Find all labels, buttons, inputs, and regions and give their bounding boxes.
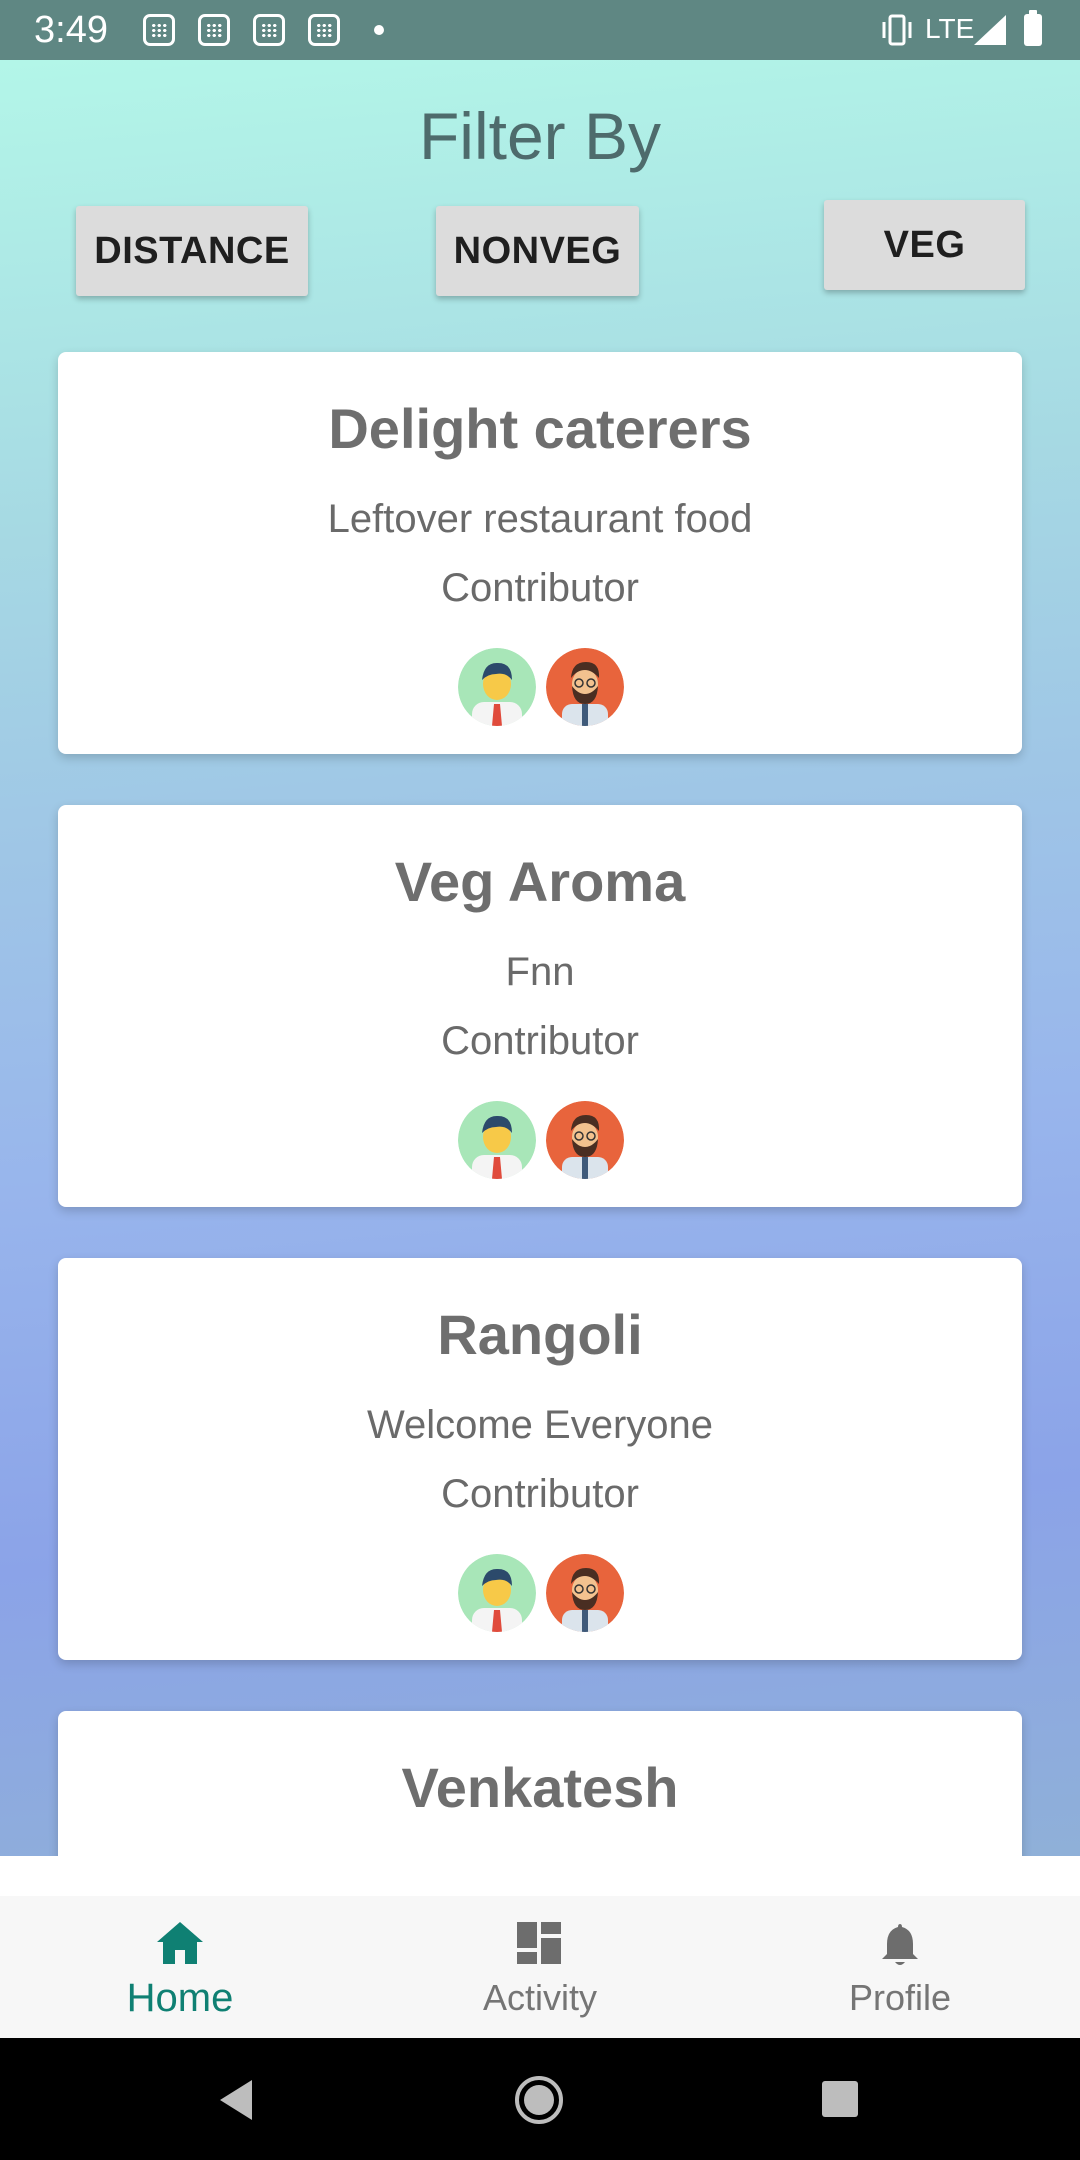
nav-profile-label: Profile [848,1977,952,2018]
network-type: LTE [925,13,975,44]
nav-home-label: Home [126,1976,234,2020]
veg-filter-button[interactable]: VEG [824,200,1025,290]
nav-activity[interactable]: Activity [360,1896,720,2038]
bell-icon [882,1924,918,1965]
avatar-group [458,648,624,726]
signal-icon [974,15,1006,45]
recents-icon[interactable] [820,2079,860,2119]
distance-filter-button[interactable]: DISTANCE [76,206,308,296]
card-description: Leftover restaurant food [327,497,753,541]
more-notifications-dot-icon [374,25,384,35]
card-role: Contributor [441,566,639,610]
card-title: Rangoli [437,1303,643,1366]
main-content[interactable]: Filter By DISTANCE NONVEG VEG Delight ca… [0,60,1080,1856]
notification-icon [253,14,285,46]
notification-icon [143,14,175,46]
nav-activity-label: Activity [482,1977,597,2018]
bottom-navigation: Home Activity Profile [0,1896,1080,2038]
nav-home[interactable]: Home [0,1896,360,2038]
filter-title: Filter By [418,99,662,173]
card-title: Veg Aroma [394,850,686,913]
card-description: Welcome Everyone [366,1403,714,1447]
home-circle-icon[interactable] [513,2074,565,2126]
avatar-man-icon [458,1101,536,1179]
notification-icon [198,14,230,46]
status-time: 3:49 [34,9,108,51]
dashboard-icon [517,1922,561,1964]
card-role: Contributor [441,1019,639,1063]
system-navigation-bar [0,2038,1080,2160]
card-title: Delight caterers [328,397,752,460]
caterer-card[interactable]: Veg Aroma Fnn Contributor [58,805,1022,1207]
caterer-card[interactable]: Delight caterers Leftover restaurant foo… [58,352,1022,754]
caterer-card[interactable]: Rangoli Welcome Everyone Contributor [58,1258,1022,1660]
vibrate-icon [882,14,912,46]
avatar-group [458,1101,624,1179]
notification-icon [308,14,340,46]
nav-profile[interactable]: Profile [720,1896,1080,2038]
avatar-man-icon [458,1554,536,1632]
caterer-card[interactable]: Venkatesh hdhs [58,1711,1022,1856]
avatar-bearded-man-icon [546,1101,624,1179]
avatar-bearded-man-icon [546,648,624,726]
card-role: Contributor [441,1472,639,1516]
card-title: Venkatesh [401,1756,679,1819]
avatar-bearded-man-icon [546,1554,624,1632]
battery-icon [1024,10,1042,46]
back-icon[interactable] [216,2078,256,2122]
status-bar: 3:49 LTE [0,0,1080,60]
avatar-man-icon [458,648,536,726]
nonveg-filter-button[interactable]: NONVEG [436,206,639,296]
content-footer-strip [0,1856,1080,1896]
card-description: Fnn [505,950,575,994]
avatar-group [458,1554,624,1632]
home-icon [157,1922,203,1964]
